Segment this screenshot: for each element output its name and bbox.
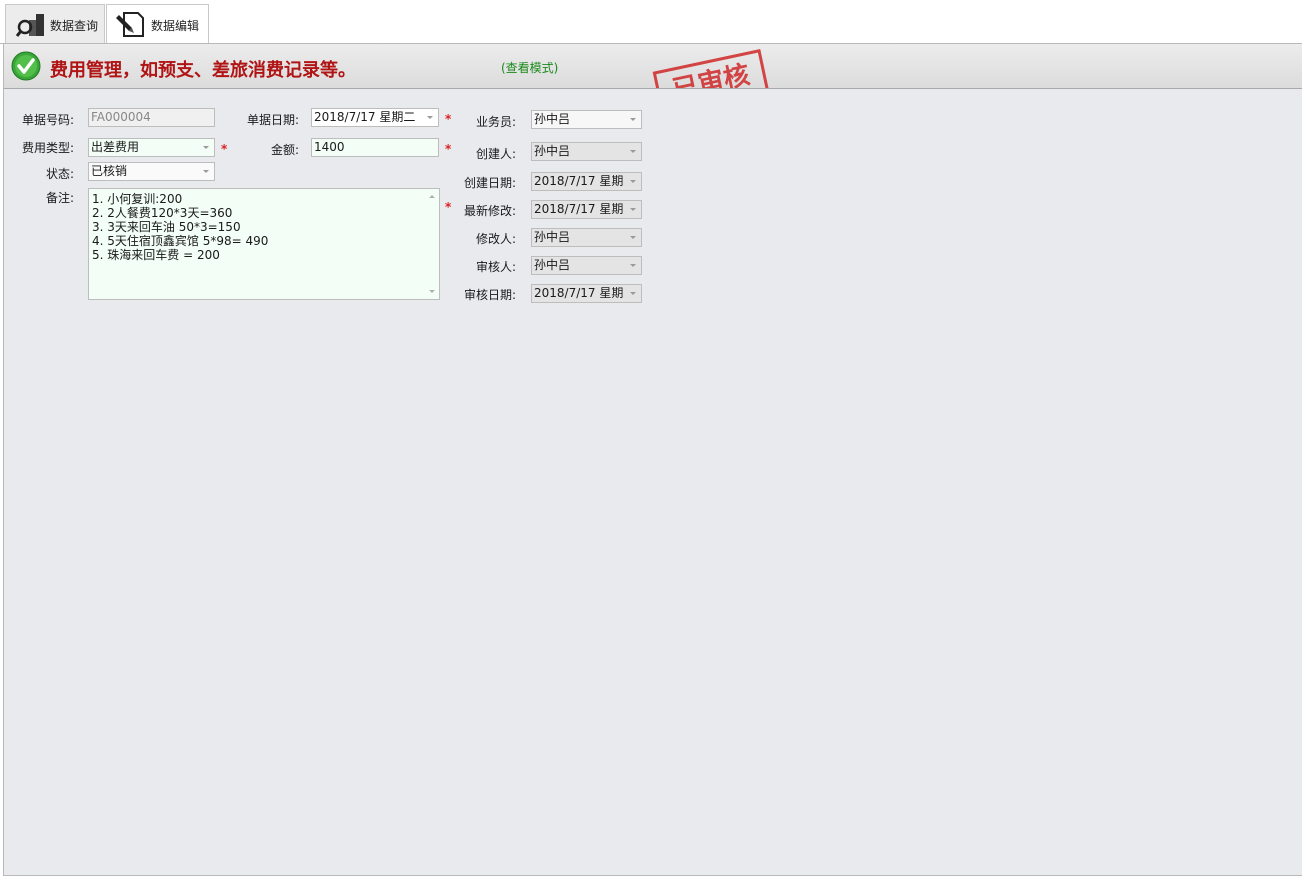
audit-date-field: 2018/7/17 星期 <box>531 284 642 303</box>
remark-scrollbar[interactable] <box>425 189 439 299</box>
page-header: 费用管理，如预支、差旅消费记录等。 (查看模式) 已审核 <box>4 44 1302 89</box>
create-date-label: 创建日期: <box>464 176 517 190</box>
scroll-down-icon[interactable] <box>429 290 435 293</box>
view-mode-label: (查看模式) <box>501 61 559 75</box>
edit-document-icon <box>116 12 144 37</box>
doc-date-picker[interactable]: 2018/7/17 星期二 <box>311 108 439 127</box>
required-mark: * <box>445 142 452 156</box>
doc-no-field[interactable]: FA000004 <box>88 108 215 127</box>
edit-panel: 费用管理，如预支、差旅消费记录等。 (查看模式) 已审核 单据号码: FA000… <box>3 44 1302 876</box>
check-circle-icon <box>11 51 41 81</box>
chevron-down-icon <box>626 173 641 190</box>
tab-data-edit[interactable]: 数据编辑 <box>106 4 209 44</box>
tab-data-edit-label: 数据编辑 <box>151 19 200 33</box>
salesman-select[interactable]: 孙中吕 <box>531 110 642 129</box>
page-title: 费用管理，如预支、差旅消费记录等。 <box>50 60 356 81</box>
auditor-field: 孙中吕 <box>531 256 642 275</box>
chevron-down-icon <box>626 229 641 246</box>
remark-textarea[interactable]: 1. 小何复训:200 2. 2人餐费120*3天=360 3. 3天来回车油 … <box>88 188 440 300</box>
auditor-label: 审核人: <box>476 260 517 274</box>
tab-data-query[interactable]: 数据查询 <box>5 4 105 43</box>
creator-field: 孙中吕 <box>531 142 642 161</box>
create-date-field: 2018/7/17 星期 <box>531 172 642 191</box>
required-mark: * <box>445 200 452 214</box>
chevron-down-icon[interactable] <box>199 139 214 156</box>
required-mark: * <box>445 112 452 126</box>
remark-label: 备注: <box>46 191 75 205</box>
chevron-down-icon[interactable] <box>423 109 438 126</box>
salesman-label: 业务员: <box>476 115 517 129</box>
doc-date-label: 单据日期: <box>247 113 300 127</box>
chevron-down-icon <box>626 201 641 218</box>
remark-line: 5. 珠海来回车费 = 200 <box>92 248 220 262</box>
expense-type-select[interactable]: 出差费用 <box>88 138 215 157</box>
chevron-down-icon <box>626 257 641 274</box>
scroll-up-icon[interactable] <box>429 195 435 198</box>
search-chart-icon <box>16 14 44 37</box>
chevron-down-icon[interactable] <box>626 111 641 128</box>
audit-date-label: 审核日期: <box>464 288 517 302</box>
audited-stamp: 已审核 <box>652 49 770 88</box>
amount-field[interactable]: 1400 <box>311 138 439 157</box>
modifier-field: 孙中吕 <box>531 228 642 247</box>
doc-no-label: 单据号码: <box>22 113 75 127</box>
expense-type-label: 费用类型: <box>22 141 75 155</box>
modifier-label: 修改人: <box>476 232 517 246</box>
tab-bar: 数据查询 数据编辑 <box>0 0 1302 44</box>
chevron-down-icon <box>626 143 641 160</box>
last-modified-label: 最新修改: <box>464 204 517 218</box>
chevron-down-icon[interactable] <box>199 163 214 180</box>
last-modified-field: 2018/7/17 星期 <box>531 200 642 219</box>
chevron-down-icon <box>626 285 641 302</box>
tab-data-query-label: 数据查询 <box>50 19 99 33</box>
status-label: 状态: <box>46 167 75 181</box>
amount-label: 金额: <box>271 143 300 157</box>
required-mark: * <box>221 142 228 156</box>
creator-label: 创建人: <box>476 147 517 161</box>
status-select[interactable]: 已核销 <box>88 162 215 181</box>
